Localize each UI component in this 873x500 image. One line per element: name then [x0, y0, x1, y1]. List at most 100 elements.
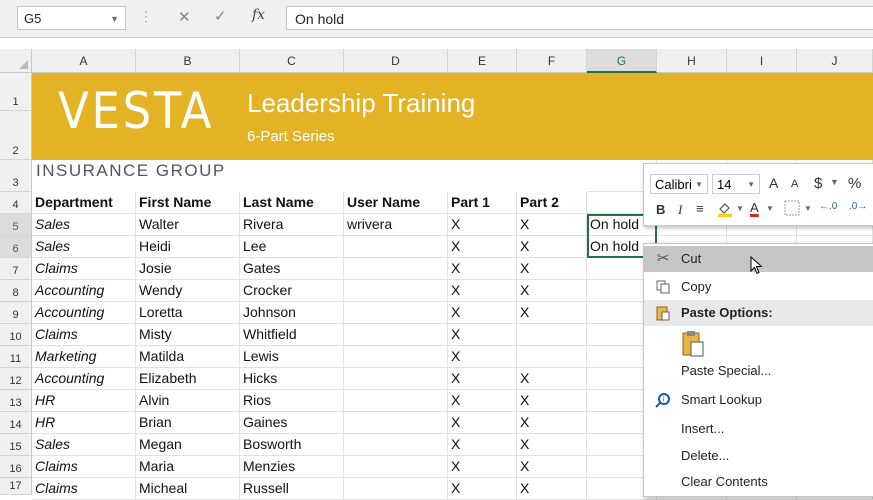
cell-c11[interactable]: Lewis [240, 346, 344, 368]
cell-b16[interactable]: Maria [136, 456, 240, 478]
shrink-font-button[interactable]: A [791, 178, 798, 190]
increase-decimal-icon[interactable]: ←.0 [819, 201, 837, 212]
cell-f6[interactable]: X [517, 236, 587, 258]
cell-b6[interactable]: Heidi [136, 236, 240, 258]
cell-d16[interactable] [344, 456, 448, 478]
menu-item-delete[interactable]: Delete... [644, 443, 873, 469]
row-header-9[interactable]: 9 [0, 302, 32, 324]
font-size-dropdown[interactable]: 14 ▼ [712, 174, 760, 194]
menu-item-insert[interactable]: Insert... [644, 416, 873, 442]
row-header-16[interactable]: 16 [0, 456, 32, 478]
cell-e13[interactable]: X [448, 390, 517, 412]
cell-d5[interactable]: wrivera [344, 214, 448, 236]
cell-a17[interactable]: Claims [32, 478, 136, 500]
cell-e10[interactable]: X [448, 324, 517, 346]
cell-d7[interactable] [344, 258, 448, 280]
cell-e15[interactable]: X [448, 434, 517, 456]
cell-e4[interactable]: Part 1 [448, 192, 517, 214]
cell-c6[interactable]: Lee [240, 236, 344, 258]
cell-f11[interactable] [517, 346, 587, 368]
menu-item-clear-contents[interactable]: Clear Contents [644, 469, 873, 495]
cell-a14[interactable]: HR [32, 412, 136, 434]
row-header-13[interactable]: 13 [0, 390, 32, 412]
bold-button[interactable]: B [656, 202, 665, 217]
cell-c14[interactable]: Gaines [240, 412, 344, 434]
cell-b17[interactable]: Micheal [136, 478, 240, 500]
font-name-dropdown[interactable]: Calibri ▼ [650, 174, 708, 194]
cell-d12[interactable] [344, 368, 448, 390]
column-header-c[interactable]: C [240, 49, 344, 73]
row-header-7[interactable]: 7 [0, 258, 32, 280]
cell-e8[interactable]: X [448, 280, 517, 302]
cell-d17[interactable] [344, 478, 448, 500]
cell-f10[interactable] [517, 324, 587, 346]
row-header-1[interactable]: 1 [0, 73, 32, 111]
cell-d6[interactable] [344, 236, 448, 258]
currency-button[interactable]: $ [814, 175, 822, 192]
cell-d4[interactable]: User Name [344, 192, 448, 214]
cell-e7[interactable]: X [448, 258, 517, 280]
cell-a15[interactable]: Sales [32, 434, 136, 456]
row-header-8[interactable]: 8 [0, 280, 32, 302]
menu-item-paste-special[interactable]: Paste Special... [644, 358, 873, 384]
formula-input[interactable]: On hold [286, 6, 873, 30]
cell-b11[interactable]: Matilda [136, 346, 240, 368]
cell-b9[interactable]: Loretta [136, 302, 240, 324]
chevron-down-icon[interactable]: ▼ [766, 204, 774, 213]
cell-e5[interactable]: X [448, 214, 517, 236]
chevron-down-icon[interactable]: ▼ [830, 177, 839, 187]
row-header-2[interactable]: 2 [0, 111, 32, 160]
cell-d14[interactable] [344, 412, 448, 434]
cell-e12[interactable]: X [448, 368, 517, 390]
cell-d10[interactable] [344, 324, 448, 346]
row-header-15[interactable]: 15 [0, 434, 32, 456]
cell-b7[interactable]: Josie [136, 258, 240, 280]
cell-c7[interactable]: Gates [240, 258, 344, 280]
column-header-b[interactable]: B [136, 49, 240, 73]
column-header-i[interactable]: I [727, 49, 797, 73]
row-header-17[interactable]: 17 [0, 478, 32, 495]
cell-e11[interactable]: X [448, 346, 517, 368]
italic-button[interactable]: I [678, 202, 682, 218]
row-header-10[interactable]: 10 [0, 324, 32, 346]
cancel-icon[interactable]: ✕ [178, 8, 191, 26]
cell-c13[interactable]: Rios [240, 390, 344, 412]
column-header-h[interactable]: H [657, 49, 727, 73]
column-header-f[interactable]: F [517, 49, 587, 73]
cell-e14[interactable]: X [448, 412, 517, 434]
cell-b15[interactable]: Megan [136, 434, 240, 456]
row-header-14[interactable]: 14 [0, 412, 32, 434]
borders-icon[interactable] [784, 200, 800, 219]
cell-c16[interactable]: Menzies [240, 456, 344, 478]
row-header-6[interactable]: 6 [0, 236, 32, 258]
decrease-decimal-icon[interactable]: .0→ [849, 201, 867, 212]
cell-b13[interactable]: Alvin [136, 390, 240, 412]
cell-f13[interactable]: X [517, 390, 587, 412]
cell-c12[interactable]: Hicks [240, 368, 344, 390]
row-header-12[interactable]: 12 [0, 368, 32, 390]
cell-f5[interactable]: X [517, 214, 587, 236]
cell-c10[interactable]: Whitfield [240, 324, 344, 346]
cell-f16[interactable]: X [517, 456, 587, 478]
cell-e16[interactable]: X [448, 456, 517, 478]
cell-d15[interactable] [344, 434, 448, 456]
cell-b4[interactable]: First Name [136, 192, 240, 214]
cell-f7[interactable]: X [517, 258, 587, 280]
cell-e9[interactable]: X [448, 302, 517, 324]
cell-c9[interactable]: Johnson [240, 302, 344, 324]
cell-d8[interactable] [344, 280, 448, 302]
cell-a11[interactable]: Marketing [32, 346, 136, 368]
cell-d13[interactable] [344, 390, 448, 412]
cell-f14[interactable]: X [517, 412, 587, 434]
cell-a4[interactable]: Department [32, 192, 136, 214]
cell-b12[interactable]: Elizabeth [136, 368, 240, 390]
row-header-5[interactable]: 5 [0, 214, 32, 236]
select-all-corner[interactable] [0, 49, 32, 73]
cell-c17[interactable]: Russell [240, 478, 344, 500]
percent-button[interactable]: % [848, 175, 861, 192]
enter-icon[interactable]: ✓ [214, 7, 227, 25]
cell-a10[interactable]: Claims [32, 324, 136, 346]
cell-e17[interactable]: X [448, 478, 517, 500]
chevron-down-icon[interactable]: ▼ [804, 204, 812, 213]
column-header-d[interactable]: D [344, 49, 448, 73]
